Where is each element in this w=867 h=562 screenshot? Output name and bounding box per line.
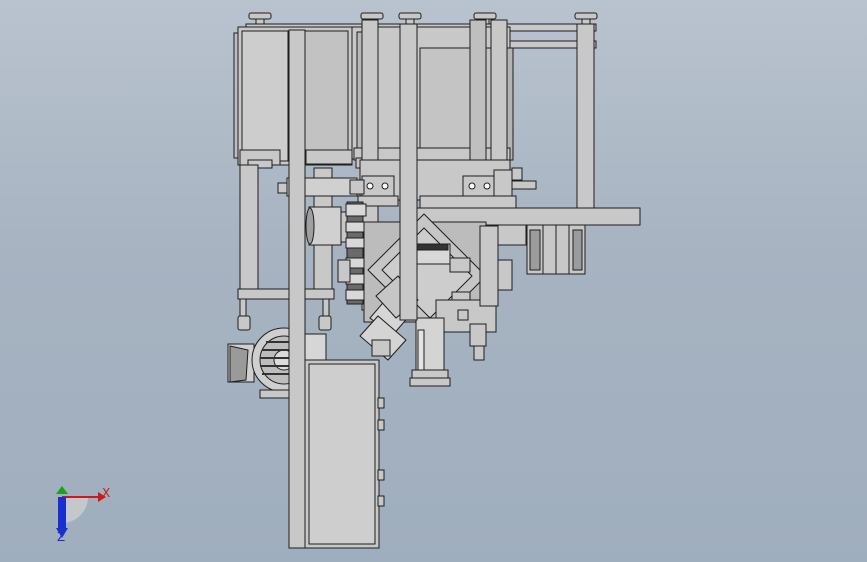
x-axis-label: X	[102, 486, 111, 500]
assembly-drawing[interactable]	[0, 0, 867, 562]
cad-viewport[interactable]: X Z	[0, 0, 867, 562]
z-axis-label: Z	[57, 530, 66, 544]
pulley[interactable]	[305, 206, 348, 246]
top-bolts	[248, 12, 598, 26]
bearing-cartridges[interactable]	[526, 224, 586, 275]
control-box[interactable]	[304, 359, 385, 549]
